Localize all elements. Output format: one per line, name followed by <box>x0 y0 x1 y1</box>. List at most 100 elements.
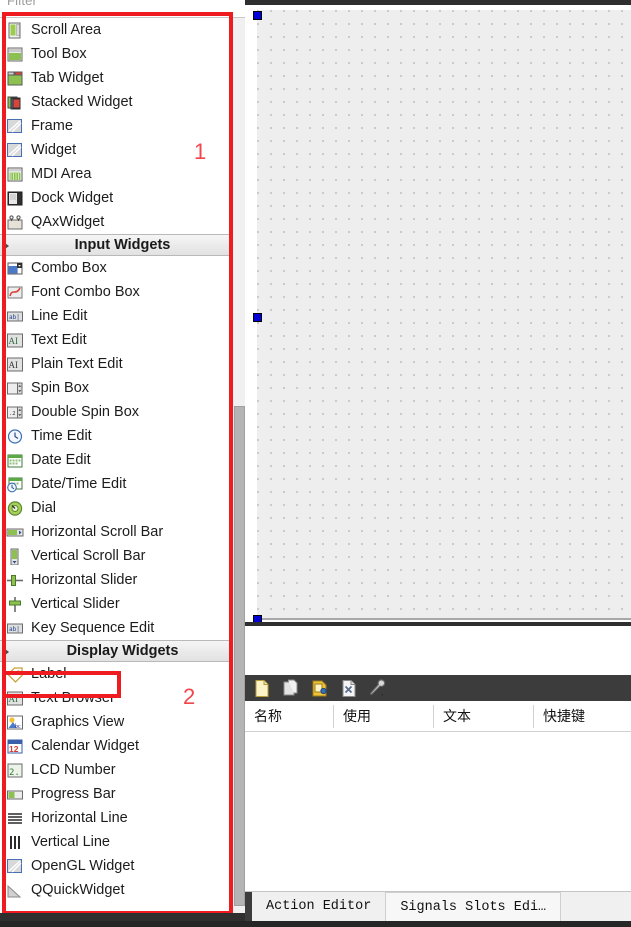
action-column-header-3[interactable]: 文本 <box>434 704 534 728</box>
widget-item-label: MDI Area <box>31 165 92 182</box>
widget-item-spin-box[interactable]: Spin Box <box>0 376 245 400</box>
tab-action-editor[interactable]: Action Editor <box>252 892 386 921</box>
widget-box-panel: Filter Scroll Area Tool Box Tab Widget Stac… <box>0 0 245 913</box>
action-column-header-1[interactable]: 名称 <box>245 704 334 728</box>
widget-item-label: Frame <box>31 117 73 134</box>
form-canvas[interactable] <box>257 10 631 618</box>
widget-item-stacked-widget[interactable]: Stacked Widget <box>0 90 245 114</box>
widget-item-frame[interactable]: Frame <box>0 114 245 138</box>
widget-item-tool-box[interactable]: Tool Box <box>0 42 245 66</box>
widget-item-label: Text Edit <box>31 331 87 348</box>
calendar-widget-icon: 12 <box>6 738 24 755</box>
widget-item-label: Vertical Scroll Bar <box>31 547 146 564</box>
widget-item-tab-widget[interactable]: Tab Widget <box>0 66 245 90</box>
widget-item-qquickwidget[interactable]: QQuickWidget <box>0 878 245 902</box>
widget-item-opengl-widget[interactable]: OpenGL Widget <box>0 854 245 878</box>
widget-item-vertical-line[interactable]: Vertical Line <box>0 830 245 854</box>
dock-widget-icon <box>6 190 24 207</box>
form-editor-area[interactable] <box>245 5 631 622</box>
svg-text:ab|: ab| <box>9 626 20 633</box>
widget-item-time-edit[interactable]: Time Edit <box>0 424 245 448</box>
selection-handle-bottom-left[interactable] <box>253 615 262 622</box>
configure-icon[interactable] <box>369 678 387 698</box>
widget-item-label: Graphics View <box>31 713 125 730</box>
widget-item-widget[interactable]: Widget <box>0 138 245 162</box>
widget-item-dock-widget[interactable]: Dock Widget <box>0 186 245 210</box>
widget-item-qaxwidget[interactable]: QAxWidget <box>0 210 245 234</box>
widget-item-vertical-scroll-bar[interactable]: Vertical Scroll Bar <box>0 544 245 568</box>
copy-action-icon[interactable] <box>282 679 300 698</box>
widget-item-label: Calendar Widget <box>31 737 139 754</box>
action-editor-rows[interactable] <box>245 732 631 891</box>
widget-item-label: Double Spin Box <box>31 403 140 420</box>
delete-action-icon[interactable] <box>340 679 358 698</box>
key-sequence-edit-icon: ab| <box>6 620 24 637</box>
widget-item-double-spin-box[interactable]: .2 Double Spin Box <box>0 400 245 424</box>
widget-item-label: Date Edit <box>31 451 91 468</box>
widget-item-font-combo-box[interactable]: Font Combo Box <box>0 280 245 304</box>
widget-item-horizontal-line[interactable]: Horizontal Line <box>0 806 245 830</box>
scrollbar-thumb[interactable] <box>234 406 245 906</box>
widget-box-list[interactable]: Scroll Area Tool Box Tab Widget Stacked Wid… <box>0 18 245 913</box>
double-spin-box-icon: .2 <box>6 404 24 421</box>
progress-bar-icon <box>6 786 24 803</box>
widget-box-filter-bar[interactable]: Filter <box>0 0 245 18</box>
widget-item-label: Horizontal Slider <box>31 571 138 588</box>
widget-item-graphics-view[interactable]: bc Graphics View <box>0 710 245 734</box>
paste-action-icon[interactable] <box>311 679 329 698</box>
app-window: Filter Scroll Area Tool Box Tab Widget Stac… <box>0 0 631 927</box>
widget-item-label: Dial <box>31 499 56 516</box>
horizontal-scroll-bar-icon <box>6 524 24 541</box>
widget-item-combo-box[interactable]: Combo Box <box>0 256 245 280</box>
dock-tab-bar: Action Editor Signals Slots Edi… <box>245 891 631 921</box>
widget-item-label: Horizontal Line <box>31 809 128 826</box>
action-column-header-4[interactable]: 快捷键 <box>534 705 631 728</box>
widget-item-lcd-number[interactable]: 2. LCD Number <box>0 758 245 782</box>
widget-item-scroll-area[interactable]: Scroll Area <box>0 18 245 42</box>
widget-item-horizontal-slider[interactable]: Horizontal Slider <box>0 568 245 592</box>
widget-item-date-time-edit[interactable]: Date/Time Edit <box>0 472 245 496</box>
widget-item-label: Widget <box>31 141 77 158</box>
action-editor-header-row: 名称 使用 文本 快捷键 <box>245 701 631 732</box>
graphics-view-icon: bc <box>6 714 24 731</box>
widget-item-label: Combo Box <box>31 259 107 276</box>
widget-item-calendar-widget[interactable]: 12 Calendar Widget <box>0 734 245 758</box>
widget-box-scrollbar[interactable] <box>232 18 245 913</box>
widget-item-horizontal-scroll-bar[interactable]: Horizontal Scroll Bar <box>0 520 245 544</box>
widget-item-label: Label <box>31 665 67 682</box>
widget-item-key-sequence-edit[interactable]: ab| Key Sequence Edit <box>0 616 245 640</box>
widget-item-vertical-slider[interactable]: Vertical Slider <box>0 592 245 616</box>
widget-box-section-input-widgets[interactable]: Input Widgets <box>0 234 245 256</box>
widget-box-section-display-widgets[interactable]: Display Widgets <box>0 640 245 662</box>
tab-signals-slots-edi[interactable]: Signals Slots Edi… <box>385 892 562 921</box>
svg-text:AI: AI <box>9 360 19 370</box>
time-edit-icon <box>6 428 24 445</box>
widget-item-mdi-area[interactable]: MDI Area <box>0 162 245 186</box>
tool-box-icon <box>6 46 24 63</box>
combo-box-icon <box>6 260 24 277</box>
qquick-widget-icon <box>6 882 24 899</box>
widget-item-label: Tab Widget <box>31 69 104 86</box>
widget-item-label: QQuickWidget <box>31 881 125 898</box>
opengl-widget-icon <box>6 858 24 875</box>
widget-item-dial[interactable]: Dial <box>0 496 245 520</box>
annotation-number-2: 2 <box>183 684 196 709</box>
label-icon <box>6 666 24 683</box>
action-column-header-2[interactable]: 使用 <box>334 704 434 728</box>
widget-item-label: Stacked Widget <box>31 93 133 110</box>
new-action-icon[interactable] <box>253 679 271 698</box>
widget-item-text-browser[interactable]: AI Text Browser <box>0 686 245 710</box>
svg-text:2.: 2. <box>9 768 20 778</box>
widget-item-label: Line Edit <box>31 307 88 324</box>
annotation-number-1: 1 <box>194 139 207 164</box>
widget-item-label: Font Combo Box <box>31 283 140 300</box>
selection-handle-middle-left[interactable] <box>253 313 262 322</box>
widget-item-label[interactable]: Label <box>0 662 245 686</box>
widget-item-progress-bar[interactable]: Progress Bar <box>0 782 245 806</box>
widget-item-date-edit[interactable]: Date Edit <box>0 448 245 472</box>
widget-item-plain-text-edit[interactable]: AI Plain Text Edit <box>0 352 245 376</box>
widget-item-label: Tool Box <box>31 45 87 62</box>
selection-handle-top-left[interactable] <box>253 11 262 20</box>
widget-item-line-edit[interactable]: ab| Line Edit <box>0 304 245 328</box>
widget-item-text-edit[interactable]: AI Text Edit <box>0 328 245 352</box>
